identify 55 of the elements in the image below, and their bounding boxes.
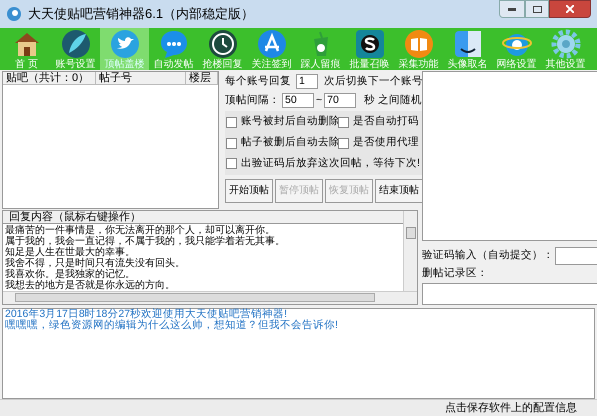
- setting-label: 次后切换下一个账号: [324, 74, 423, 89]
- toolbar-button[interactable]: 头像取名: [443, 28, 492, 70]
- checkbox-label: 是否自动打码: [353, 114, 419, 130]
- toolbar-label: 其他设置: [546, 58, 586, 70]
- toolbar-button[interactable]: 批量召唤: [345, 28, 394, 70]
- delete-log-label: 删帖记录区：: [422, 266, 489, 281]
- input-field[interactable]: 1: [296, 74, 318, 90]
- action-button[interactable]: 结束顶帖: [375, 178, 423, 203]
- setting-label: ~: [316, 92, 322, 108]
- setting-label: 秒 之间随机: [364, 92, 422, 108]
- reply-line: 我喜欢你。是我独家的记忆。: [5, 268, 136, 280]
- toolbar-label: 网络设置: [496, 58, 536, 70]
- toolbar-label: 账号设置: [56, 58, 96, 70]
- toolbar-button[interactable]: 其他设置: [541, 28, 590, 70]
- toolbar-button[interactable]: 采集功能: [394, 28, 443, 70]
- reply-line: 我舍不得，只是时间只有流失没有回头。: [5, 258, 186, 269]
- toolbar-button[interactable]: 账号设置: [51, 28, 100, 70]
- toolbar-button[interactable]: 网络设置: [492, 28, 541, 70]
- reply-line: 属于我的，我会一直记得，不属于我的，我只能学着若无其事。: [5, 236, 286, 247]
- input-field[interactable]: 70: [324, 93, 356, 108]
- toolbar-button[interactable]: 自动发帖: [149, 28, 198, 70]
- log-line: 嘿嘿嘿，绿色资源网的编辑为什么这么帅，想知道？但我不会告诉你!: [5, 320, 339, 331]
- toolbar-label: 批量召唤: [350, 58, 390, 70]
- reply-line: 知足是人生在世最大的幸事。: [5, 246, 135, 258]
- action-button[interactable]: 开始顶帖: [225, 178, 273, 203]
- toolbar-label: 自动发帖: [154, 58, 194, 70]
- setting-label: 每个账号回复: [225, 74, 291, 89]
- toolbar-label: 关注签到: [252, 58, 292, 70]
- checkbox-label: 账号被封后自动删除: [241, 114, 340, 130]
- checkbox-label: 出验证码后放弃这次回帖，等待下次!: [241, 156, 420, 171]
- toolbar-label: 首 页: [15, 58, 38, 70]
- toolbar-label: 踩人留痕: [300, 58, 340, 70]
- input-field[interactable]: 50: [282, 93, 314, 108]
- toolbar-label: 采集功能: [398, 58, 438, 70]
- toolbar-label: 头像取名: [448, 58, 488, 70]
- toolbar-button[interactable]: 首 页: [2, 28, 51, 70]
- toolbar-button[interactable]: 顶帖盖楼: [100, 28, 149, 70]
- toolbar-button[interactable]: 关注签到: [247, 28, 296, 70]
- reply-line: 我想去的地方是否就是你永远的方向。: [5, 280, 176, 291]
- toolbar-label: 抢楼回复: [202, 58, 242, 70]
- reply-line: 最痛苦的一件事情是，你无法离开的那个人，却可以离开你。: [5, 224, 276, 236]
- toolbar-button[interactable]: 抢楼回复: [198, 28, 247, 70]
- status-text: 点击保存软件上的配置信息: [445, 400, 577, 416]
- window-title: 大天使贴吧营销神器6.1（内部稳定版）: [28, 5, 256, 24]
- checkbox-label: 是否使用代理: [353, 135, 419, 150]
- log-line: 2016年3月17日8时18分27秒欢迎使用大天使贴吧营销神器!: [5, 308, 288, 320]
- panel-header: 回复内容（鼠标右键操作）: [3, 210, 403, 224]
- column-header[interactable]: 楼层: [186, 72, 218, 84]
- toolbar-button[interactable]: 踩人留痕: [296, 28, 345, 70]
- checkbox-label: 帖子被删后自动去除: [241, 135, 340, 150]
- column-header[interactable]: 贴吧（共计：0）: [3, 72, 96, 84]
- setting-label: 顶帖间隔：: [225, 92, 280, 108]
- toolbar-label: 顶帖盖楼: [104, 58, 144, 70]
- captcha-label: 验证码输入（自动提交）：: [422, 248, 554, 263]
- column-header[interactable]: 帖子号: [96, 72, 186, 84]
